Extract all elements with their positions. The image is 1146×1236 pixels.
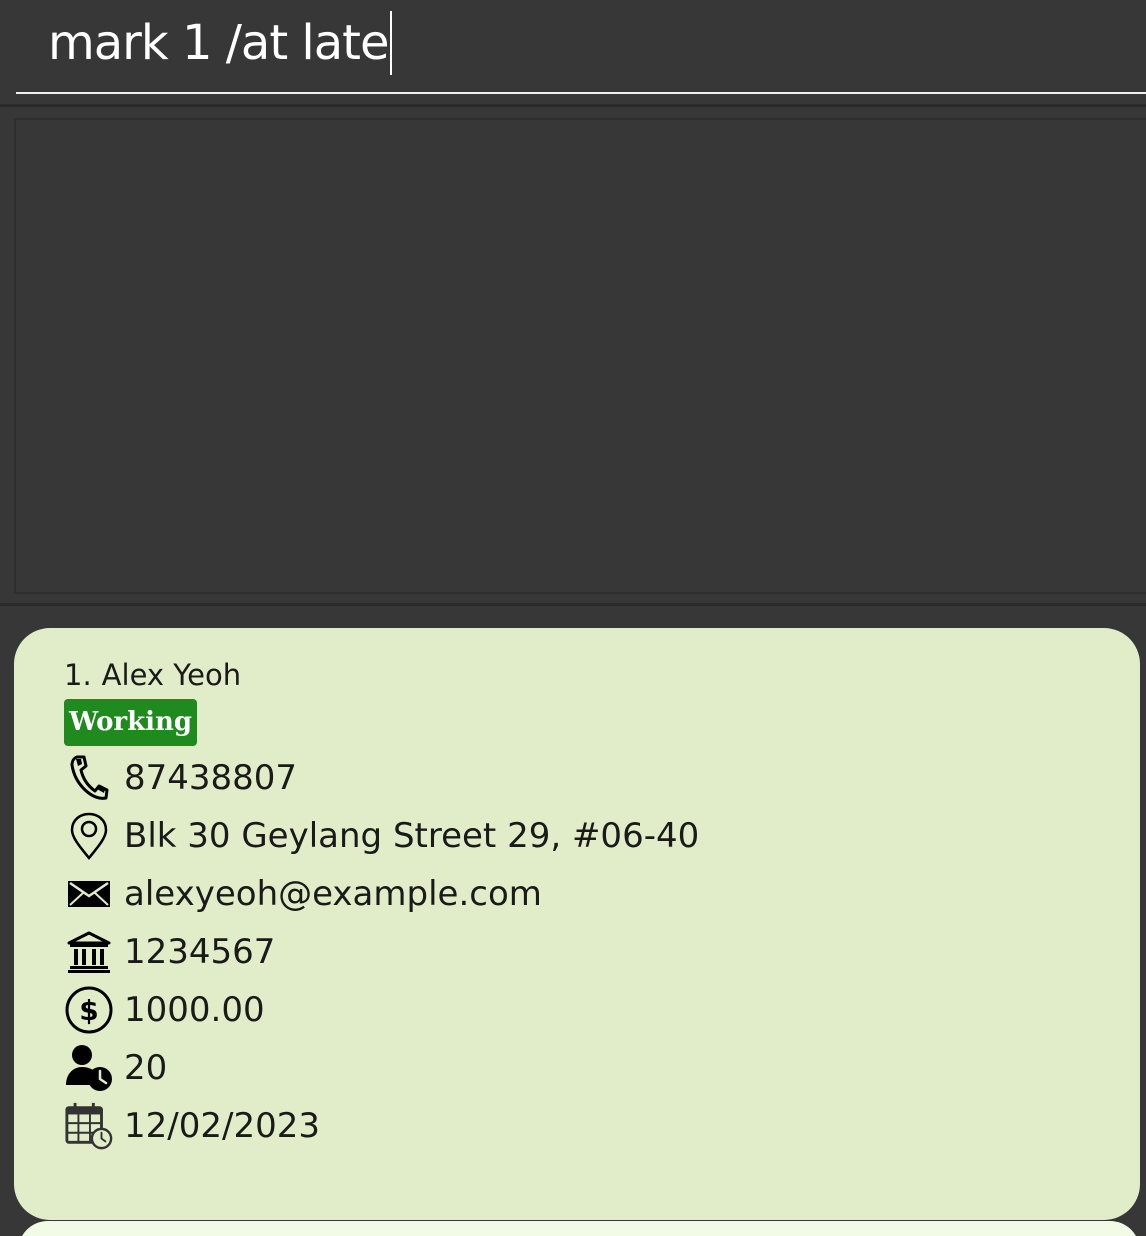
command-input[interactable]: mark 1 /at late [48,8,392,78]
command-input-text: mark 1 /at late [48,15,390,71]
leaves-row: 20 [64,1042,167,1094]
phone-icon [64,752,114,804]
envelope-icon [64,868,114,920]
person-card[interactable] [18,1221,1140,1236]
divider [0,104,1146,107]
dollar-icon: $ [64,984,114,1036]
person-card[interactable]: 1. Alex Yeoh Working 87438807 Blk 30 Gey… [14,628,1140,1220]
email-row: alexyeoh@example.com [64,868,542,920]
phone-value: 87438807 [124,758,298,798]
status-tag: Working [64,699,198,746]
bank-account-value: 1234567 [124,932,276,972]
salary-row: $ 1000.00 [64,984,265,1036]
location-pin-icon [64,810,114,862]
command-box[interactable]: mark 1 /at late [16,0,1146,94]
bank-icon [64,926,114,978]
app-window: mark 1 /at late 1. Alex Yeoh Working 8743… [0,0,1146,1236]
phone-row: 87438807 [64,752,297,804]
person-clock-icon [64,1042,114,1094]
bank-account-row: 1234567 [64,926,275,978]
svg-text:$: $ [79,994,98,1027]
person-index: 1. [64,658,92,692]
result-display[interactable] [14,118,1146,594]
join-date-row: 12/02/2023 [64,1100,320,1152]
calendar-clock-icon [64,1100,114,1152]
text-caret [389,11,392,75]
person-name: Alex Yeoh [101,658,242,692]
salary-value: 1000.00 [124,990,265,1030]
person-card-header: 1. Alex Yeoh [64,658,241,692]
divider [0,603,1146,606]
leaves-value: 20 [124,1048,168,1088]
address-row: Blk 30 Geylang Street 29, #06-40 [64,810,699,862]
join-date-value: 12/02/2023 [124,1106,320,1146]
email-value: alexyeoh@example.com [124,874,542,914]
address-value: Blk 30 Geylang Street 29, #06-40 [124,816,700,856]
